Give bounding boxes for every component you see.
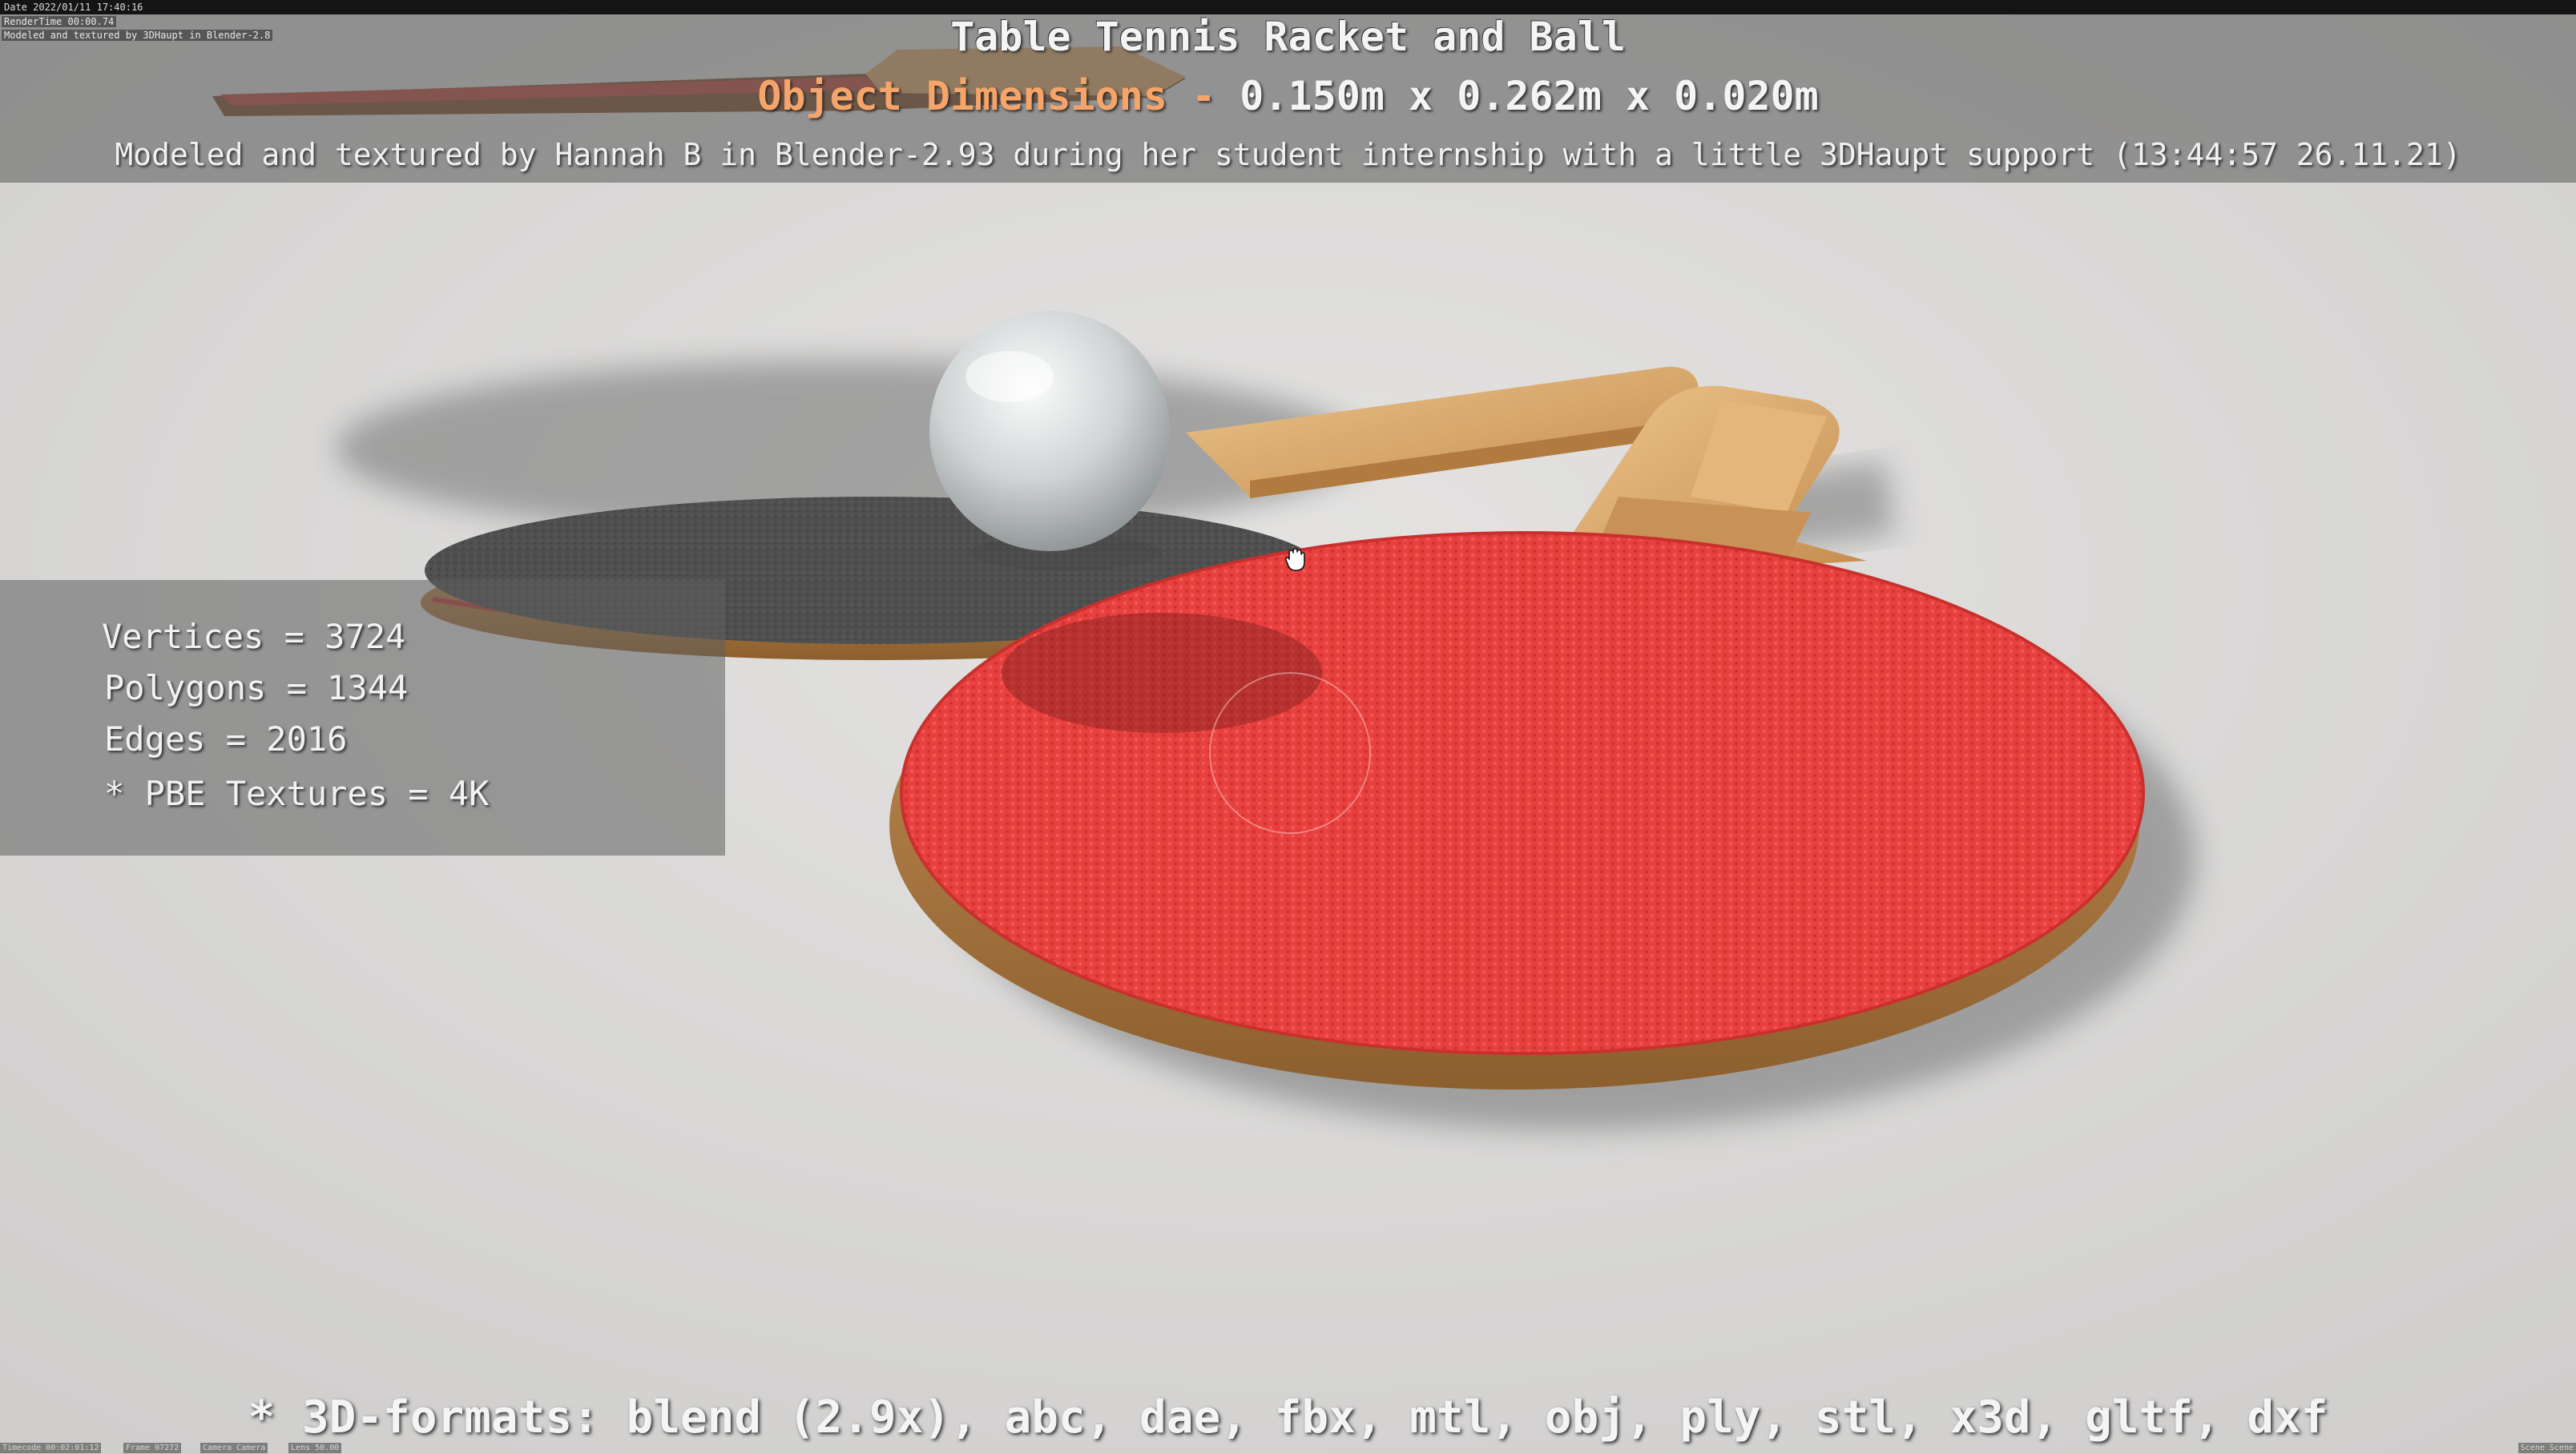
3d-viewport[interactable]: Date 2022/01/11 17:40:16 RenderTime 00:0… — [0, 0, 2576, 1454]
status-timecode: Timecode 00:02:01:12 — [0, 1443, 102, 1453]
status-bar: Timecode 00:02:01:12 Frame 07272 Camera … — [0, 1442, 2576, 1454]
polygons-count: Polygons = 1344 — [104, 668, 409, 707]
object-dimensions: Object Dimensions - 0.150m x 0.262m x 0.… — [0, 70, 2576, 122]
textures-info: * PBE Textures = 4K — [104, 774, 490, 813]
dimensions-label: Object Dimensions — [757, 73, 1167, 119]
vertices-count: Vertices = 3724 — [102, 617, 406, 656]
page-title: Table Tennis Racket and Ball — [950, 14, 1626, 60]
hand-grab-icon — [1284, 548, 1305, 571]
status-lens: Lens 50.00 — [288, 1443, 342, 1453]
mesh-stats-panel: Vertices = 3724 Polygons = 1344 Edges = … — [0, 580, 725, 856]
dimensions-separator: - — [1191, 73, 1216, 119]
status-camera: Camera Camera — [200, 1443, 268, 1453]
dimensions-value: 0.150m x 0.262m x 0.020m — [1240, 73, 1819, 119]
edges-count: Edges = 2016 — [104, 719, 348, 759]
status-frame: Frame 07272 — [123, 1443, 182, 1453]
export-formats: * 3D-formats: blend (2.9x), abc, dae, fb… — [248, 1392, 2328, 1444]
model-credit: Modeled and textured by Hannah B in Blen… — [115, 137, 2461, 172]
status-scene: Scene Scene — [2518, 1443, 2576, 1453]
